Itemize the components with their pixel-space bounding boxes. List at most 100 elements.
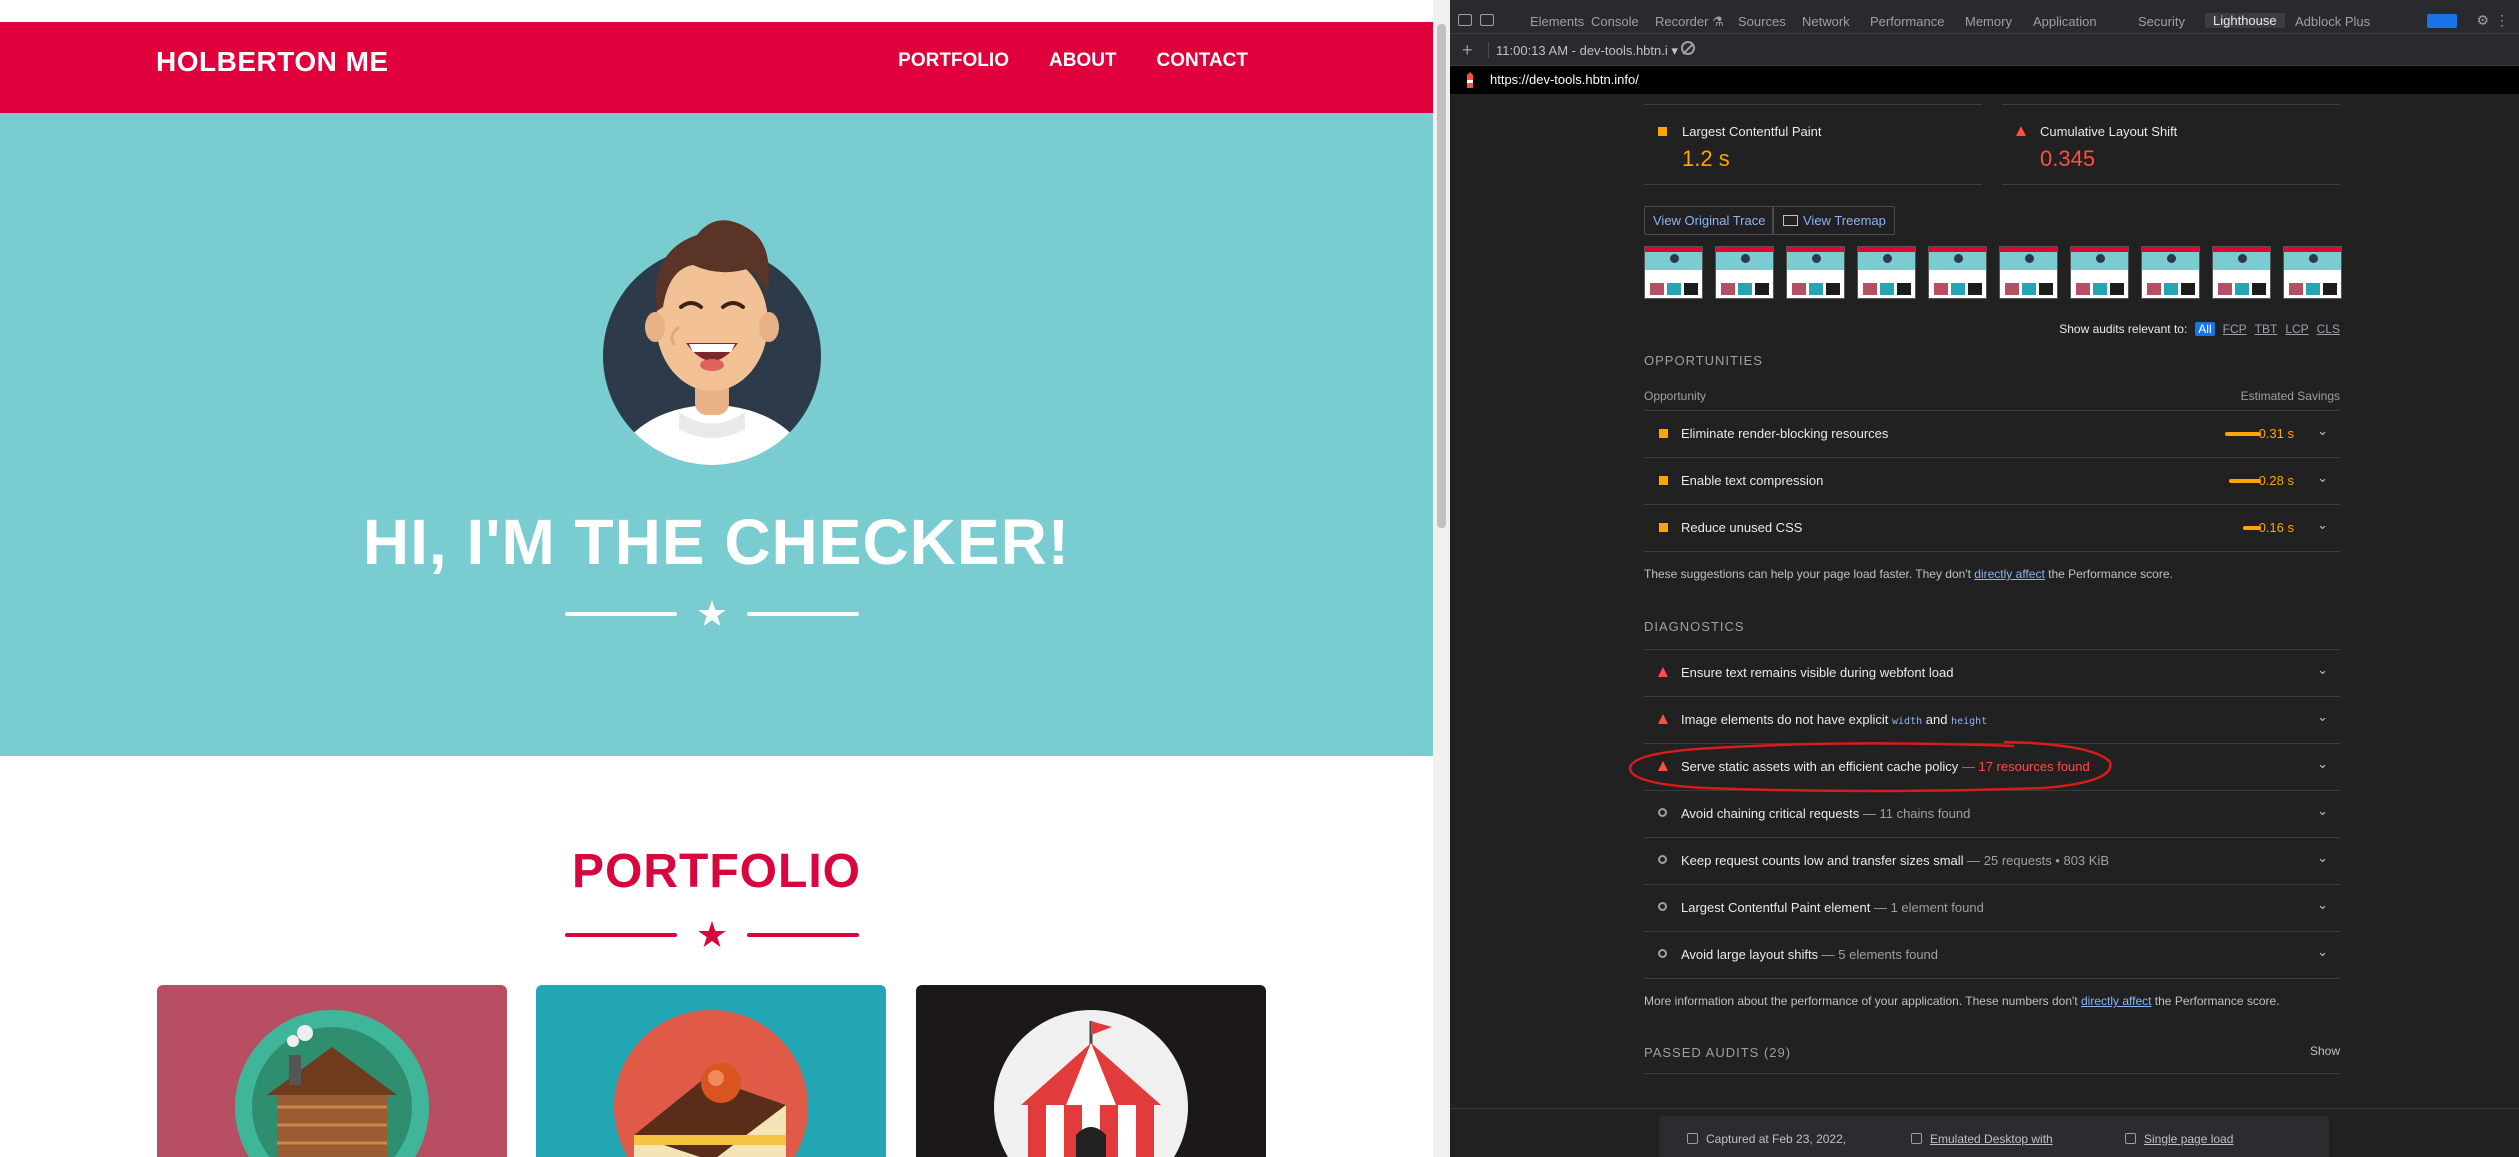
diagnostic-detail: — 5 elements found bbox=[1818, 947, 1939, 962]
more-options-icon[interactable]: ⋮ bbox=[2495, 12, 2509, 29]
tab-application[interactable]: Application bbox=[2033, 14, 2097, 29]
chevron-down-icon[interactable]: ⌄ bbox=[2317, 470, 2328, 486]
metric-divider bbox=[2002, 104, 2340, 105]
brand-logo[interactable]: HOLBERTON ME bbox=[156, 46, 389, 78]
savings-value: 0.31 s bbox=[2258, 426, 2294, 441]
calendar-icon bbox=[1687, 1133, 1698, 1144]
section-divider bbox=[1644, 1073, 2340, 1074]
devtools-panel: Elements Console Recorder ⚗ Sources Netw… bbox=[1450, 0, 2519, 1157]
filmstrip-frame[interactable] bbox=[1786, 246, 1845, 299]
filmstrip-frame[interactable] bbox=[2070, 246, 2129, 299]
report-url[interactable]: https://dev-tools.hbtn.info/ bbox=[1490, 72, 1639, 87]
diagnostic-title: Ensure text remains visible during webfo… bbox=[1681, 665, 1954, 680]
star-icon: ★ bbox=[695, 593, 729, 634]
filmstrip-frame[interactable] bbox=[2141, 246, 2200, 299]
diagnostic-detail: — 25 requests • 803 KiB bbox=[1963, 853, 2109, 868]
opportunity-row[interactable]: Eliminate render-blocking resources 0.31… bbox=[1644, 410, 2340, 456]
title-text: Avoid chaining critical requests bbox=[1681, 806, 1860, 821]
tab-lighthouse[interactable]: Lighthouse bbox=[2205, 13, 2285, 28]
diagnostics-heading: DIAGNOSTICS bbox=[1644, 619, 1745, 634]
chevron-down-icon[interactable]: ⌄ bbox=[2317, 423, 2328, 439]
tab-adblock-plus[interactable]: Adblock Plus bbox=[2295, 14, 2370, 29]
divider-line-left bbox=[565, 933, 677, 937]
gear-icon[interactable]: ⚙ bbox=[2476, 12, 2489, 29]
filter-fcp[interactable]: FCP bbox=[2223, 322, 2247, 336]
filmstrip-frame[interactable] bbox=[1928, 246, 1987, 299]
runtime-settings: Captured at Feb 23, 2022, Emulated Deskt… bbox=[1659, 1116, 2329, 1157]
chevron-down-icon[interactable]: ⌄ bbox=[2317, 756, 2328, 772]
diagnostic-row[interactable]: Largest Contentful Paint element — 1 ele… bbox=[1644, 884, 2340, 930]
treemap-icon bbox=[1783, 215, 1798, 226]
cake-illustration bbox=[614, 1010, 808, 1157]
report-select[interactable]: 11:00:13 AM - dev-tools.hbtn.i ▾ bbox=[1496, 43, 1678, 59]
nav-portfolio[interactable]: PORTFOLIO bbox=[898, 50, 1009, 72]
directly-affect-link[interactable]: directly affect bbox=[1974, 567, 2044, 581]
tab-network[interactable]: Network bbox=[1802, 14, 1850, 29]
filmstrip-frame[interactable] bbox=[1715, 246, 1774, 299]
savings-bar bbox=[2229, 479, 2261, 483]
note-text: the Performance score. bbox=[2044, 567, 2173, 581]
diagnostic-row-cache-policy[interactable]: Serve static assets with an efficient ca… bbox=[1644, 743, 2340, 789]
tab-security[interactable]: Security bbox=[2138, 14, 2185, 29]
opportunity-title: Eliminate render-blocking resources bbox=[1681, 426, 1889, 441]
opportunity-title: Enable text compression bbox=[1681, 473, 1824, 488]
view-original-trace-button[interactable]: View Original Trace bbox=[1644, 206, 1775, 235]
filter-lcp[interactable]: LCP bbox=[2285, 322, 2308, 336]
issues-badge[interactable] bbox=[2427, 14, 2457, 28]
hero-divider: ★ bbox=[565, 593, 859, 634]
tab-console[interactable]: Console bbox=[1591, 14, 1639, 29]
view-treemap-button[interactable]: View Treemap bbox=[1772, 206, 1895, 235]
emulated-desktop-link[interactable]: Emulated Desktop with bbox=[1930, 1132, 2053, 1146]
chevron-down-icon[interactable]: ⌄ bbox=[2317, 517, 2328, 533]
filter-cls[interactable]: CLS bbox=[2317, 322, 2340, 336]
directly-affect-link[interactable]: directly affect bbox=[2081, 994, 2151, 1008]
portfolio-card-cabin[interactable] bbox=[157, 985, 507, 1157]
show-passed-audits-button[interactable]: Show bbox=[2310, 1044, 2340, 1058]
new-report-button[interactable]: + bbox=[1462, 40, 1473, 61]
filter-tbt[interactable]: TBT bbox=[2255, 322, 2278, 336]
chevron-down-icon[interactable]: ⌄ bbox=[2317, 803, 2328, 819]
chevron-down-icon[interactable]: ⌄ bbox=[2317, 897, 2328, 913]
tab-performance[interactable]: Performance bbox=[1870, 14, 1944, 29]
divider-line-right bbox=[747, 612, 859, 616]
device-toolbar-icon[interactable] bbox=[1480, 14, 1494, 26]
filmstrip-frame[interactable] bbox=[1857, 246, 1916, 299]
metric-value: 0.345 bbox=[2040, 146, 2096, 171]
diagnostic-row[interactable]: Ensure text remains visible during webfo… bbox=[1644, 649, 2340, 695]
nav-about[interactable]: ABOUT bbox=[1049, 50, 1117, 72]
title-text: Avoid large layout shifts bbox=[1681, 947, 1819, 962]
audit-filter-label: Show audits relevant to: bbox=[2059, 322, 2188, 336]
tab-memory[interactable]: Memory bbox=[1965, 14, 2012, 29]
page-scrollbar[interactable] bbox=[1433, 0, 1450, 1157]
filmstrip-frame[interactable] bbox=[2283, 246, 2342, 299]
divider-line-left bbox=[565, 612, 677, 616]
chevron-down-icon[interactable]: ⌄ bbox=[2317, 850, 2328, 866]
opportunity-row[interactable]: Enable text compression 0.28 s ⌄ bbox=[1644, 457, 2340, 503]
nav-contact[interactable]: CONTACT bbox=[1157, 50, 1248, 72]
chevron-down-icon[interactable]: ⌄ bbox=[2317, 944, 2328, 960]
filmstrip-frame[interactable] bbox=[1999, 246, 2058, 299]
metric-name: Largest Contentful Paint bbox=[1682, 124, 1822, 139]
diagnostic-row[interactable]: Avoid chaining critical requests — 11 ch… bbox=[1644, 790, 2340, 836]
diagnostic-title: Avoid chaining critical requests — 11 ch… bbox=[1681, 806, 1970, 821]
opportunities-note: These suggestions can help your page loa… bbox=[1644, 567, 2173, 581]
diagnostic-row[interactable]: Keep request counts low and transfer siz… bbox=[1644, 837, 2340, 883]
tab-recorder[interactable]: Recorder ⚗ bbox=[1655, 14, 1724, 30]
portfolio-card-circus[interactable] bbox=[916, 985, 1266, 1157]
fail-triangle-icon bbox=[1658, 761, 1668, 771]
tab-sources[interactable]: Sources bbox=[1738, 14, 1786, 29]
filmstrip-frame[interactable] bbox=[1644, 246, 1703, 299]
filmstrip-frame[interactable] bbox=[2212, 246, 2271, 299]
tab-elements[interactable]: Elements bbox=[1530, 14, 1584, 29]
chevron-down-icon[interactable]: ⌄ bbox=[2317, 709, 2328, 725]
portfolio-card-cake[interactable] bbox=[536, 985, 886, 1157]
clear-reports-icon[interactable] bbox=[1681, 41, 1695, 55]
scrollbar-thumb[interactable] bbox=[1437, 24, 1446, 528]
diagnostic-row[interactable]: Avoid large layout shifts — 5 elements f… bbox=[1644, 931, 2340, 977]
diagnostic-row[interactable]: Image elements do not have explicit widt… bbox=[1644, 696, 2340, 742]
chevron-down-icon[interactable]: ⌄ bbox=[2317, 662, 2328, 678]
inspect-icon[interactable] bbox=[1458, 14, 1472, 26]
single-page-load-link[interactable]: Single page load bbox=[2144, 1132, 2233, 1146]
opportunity-row[interactable]: Reduce unused CSS 0.16 s ⌄ bbox=[1644, 504, 2340, 550]
filter-all[interactable]: All bbox=[2195, 322, 2215, 336]
